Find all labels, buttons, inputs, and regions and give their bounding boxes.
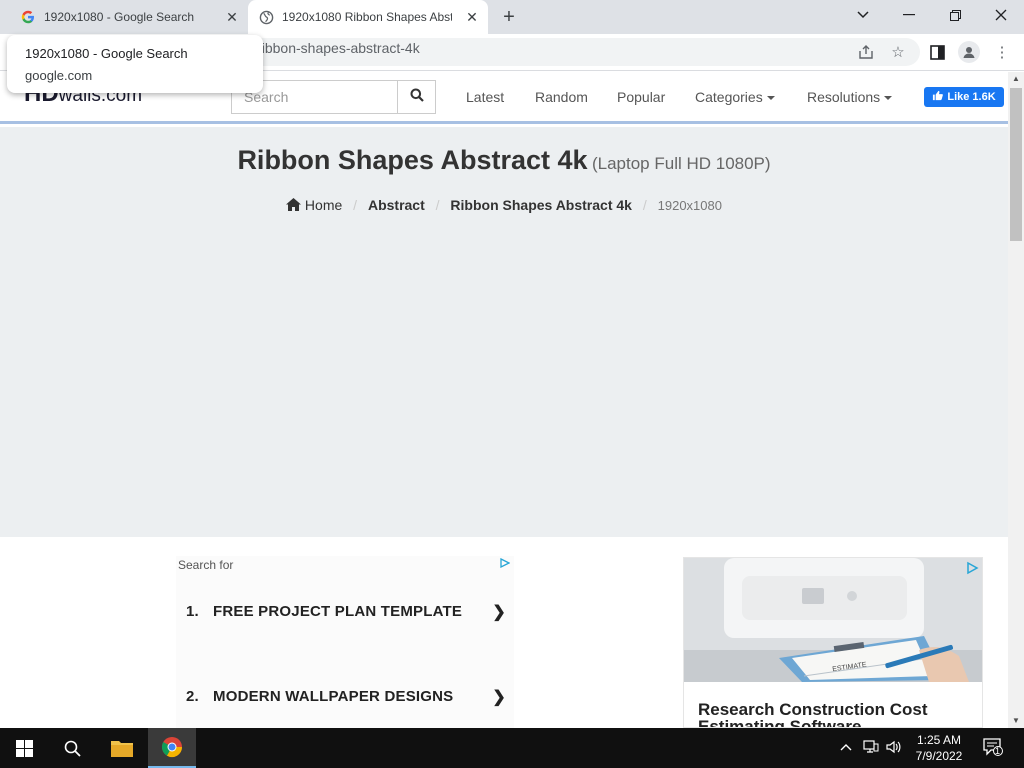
caret-down-icon bbox=[766, 96, 775, 101]
caret-down-icon bbox=[884, 96, 893, 101]
breadcrumb-separator: / bbox=[353, 197, 358, 213]
windows-start-icon[interactable] bbox=[0, 728, 48, 768]
ad-headline: Research Construction Cost Estimating So… bbox=[698, 700, 928, 728]
search-button[interactable] bbox=[397, 81, 435, 113]
breadcrumb-category[interactable]: Abstract bbox=[368, 197, 425, 213]
windows-taskbar: 1:25 AM 7/9/2022 1 bbox=[0, 728, 1024, 768]
nav-resolutions[interactable]: Resolutions bbox=[807, 89, 893, 105]
thumbs-up-icon bbox=[932, 90, 944, 104]
breadcrumb-separator: / bbox=[435, 197, 440, 213]
ad-link[interactable]: 2. MODERN WALLPAPER DESIGNS ❯ bbox=[186, 688, 506, 710]
breadcrumb-home[interactable]: Home bbox=[305, 197, 342, 213]
nav-latest[interactable]: Latest bbox=[466, 89, 504, 105]
tab-hover-tooltip: 1920x1080 - Google Search google.com bbox=[7, 35, 263, 93]
scrollbar-thumb[interactable] bbox=[1010, 88, 1022, 241]
bookmark-star-icon[interactable]: ☆ bbox=[887, 41, 909, 63]
file-explorer-icon[interactable] bbox=[98, 728, 146, 768]
clock-time: 1:25 AM bbox=[916, 733, 962, 747]
tooltip-domain: google.com bbox=[25, 68, 93, 83]
tab-title: 1920x1080 Ribbon Shapes Abstract 4k bbox=[282, 10, 452, 24]
profile-avatar-icon[interactable] bbox=[958, 41, 980, 63]
facebook-like-label: Like 1.6K bbox=[947, 91, 996, 103]
close-tab-icon[interactable]: ✕ bbox=[224, 9, 240, 25]
close-window-icon[interactable] bbox=[978, 0, 1024, 30]
breadcrumb-resolution: 1920x1080 bbox=[657, 198, 722, 213]
breadcrumb-separator: / bbox=[642, 197, 647, 213]
taskbar-clock[interactable]: 1:25 AM 7/9/2022 bbox=[905, 732, 973, 764]
page-scrollbar[interactable]: ▲ ▼ bbox=[1008, 72, 1024, 728]
tab-wallpaper[interactable]: 1920x1080 Ribbon Shapes Abstract 4k ✕ bbox=[248, 0, 488, 34]
network-icon[interactable] bbox=[863, 740, 879, 757]
close-tab-icon[interactable]: ✕ bbox=[464, 9, 480, 25]
adchoices-icon[interactable] bbox=[500, 557, 511, 571]
restore-icon[interactable] bbox=[932, 0, 978, 30]
notification-center-icon[interactable]: 1 bbox=[983, 738, 1007, 758]
nav-resolutions-label: Resolutions bbox=[807, 89, 881, 105]
ad-search-for-label: Search for bbox=[178, 558, 234, 572]
tray-chevron-icon[interactable] bbox=[840, 740, 852, 754]
ad-link[interactable]: 1. FREE PROJECT PLAN TEMPLATE ❯ bbox=[186, 603, 506, 625]
page-subheading: (Laptop Full HD 1080P) bbox=[591, 154, 771, 173]
scroll-up-arrow-icon[interactable]: ▲ bbox=[1008, 72, 1024, 86]
nav-categories[interactable]: Categories bbox=[695, 89, 775, 105]
volume-icon[interactable] bbox=[886, 740, 902, 757]
tab-strip: 1920x1080 - Google Search ✕ 1920x1080 Ri… bbox=[0, 0, 1024, 34]
nav-popular[interactable]: Popular bbox=[617, 89, 665, 105]
wallpaper-area bbox=[0, 127, 1008, 537]
breadcrumb-item[interactable]: Ribbon Shapes Abstract 4k bbox=[450, 197, 632, 213]
nav-categories-label: Categories bbox=[695, 89, 763, 105]
search-ad-block: Search for 1. FREE PROJECT PLAN TEMPLATE… bbox=[176, 556, 514, 728]
taskbar-search-icon[interactable] bbox=[48, 728, 96, 768]
breadcrumb: Home / Abstract / Ribbon Shapes Abstract… bbox=[0, 197, 1008, 213]
tooltip-title: 1920x1080 - Google Search bbox=[25, 46, 188, 61]
home-icon bbox=[286, 197, 305, 213]
ad-link-text: FREE PROJECT PLAN TEMPLATE bbox=[213, 603, 463, 620]
globe-icon bbox=[258, 9, 274, 25]
page-title: Ribbon Shapes Abstract 4k (Laptop Full H… bbox=[0, 145, 1008, 176]
ad-link-number: 1. bbox=[186, 603, 199, 620]
ad-photo: ESTIMATE bbox=[684, 558, 982, 682]
share-icon[interactable] bbox=[855, 41, 877, 63]
kebab-menu-icon[interactable]: ⋮ bbox=[991, 41, 1013, 63]
chrome-taskbar-icon[interactable] bbox=[148, 728, 196, 768]
clock-date: 7/9/2022 bbox=[915, 749, 963, 763]
minimize-icon[interactable] bbox=[886, 0, 932, 30]
chevron-right-icon: ❯ bbox=[492, 689, 506, 706]
facebook-like-button[interactable]: Like 1.6K bbox=[924, 87, 1004, 107]
tab-title: 1920x1080 - Google Search bbox=[44, 10, 195, 24]
nav-random[interactable]: Random bbox=[535, 89, 588, 105]
tab-search-chevron-icon[interactable] bbox=[840, 0, 886, 30]
page-heading: Ribbon Shapes Abstract 4k bbox=[237, 145, 588, 175]
google-g-icon bbox=[20, 9, 36, 25]
side-panel-icon[interactable] bbox=[926, 41, 948, 63]
ad-link-number: 2. bbox=[186, 688, 199, 705]
chevron-right-icon: ❯ bbox=[492, 604, 506, 621]
notification-count: 1 bbox=[995, 746, 1001, 756]
tab-google-search[interactable]: 1920x1080 - Google Search ✕ bbox=[12, 0, 248, 34]
ad-link-text: MODERN WALLPAPER DESIGNS bbox=[213, 688, 454, 705]
new-tab-plus-icon[interactable]: + bbox=[498, 6, 520, 28]
adchoices-icon[interactable] bbox=[964, 560, 980, 576]
scroll-down-arrow-icon[interactable]: ▼ bbox=[1008, 714, 1024, 728]
search-icon bbox=[410, 88, 424, 107]
display-ad[interactable]: ESTIMATE Research Construction Cost Esti… bbox=[683, 557, 983, 728]
